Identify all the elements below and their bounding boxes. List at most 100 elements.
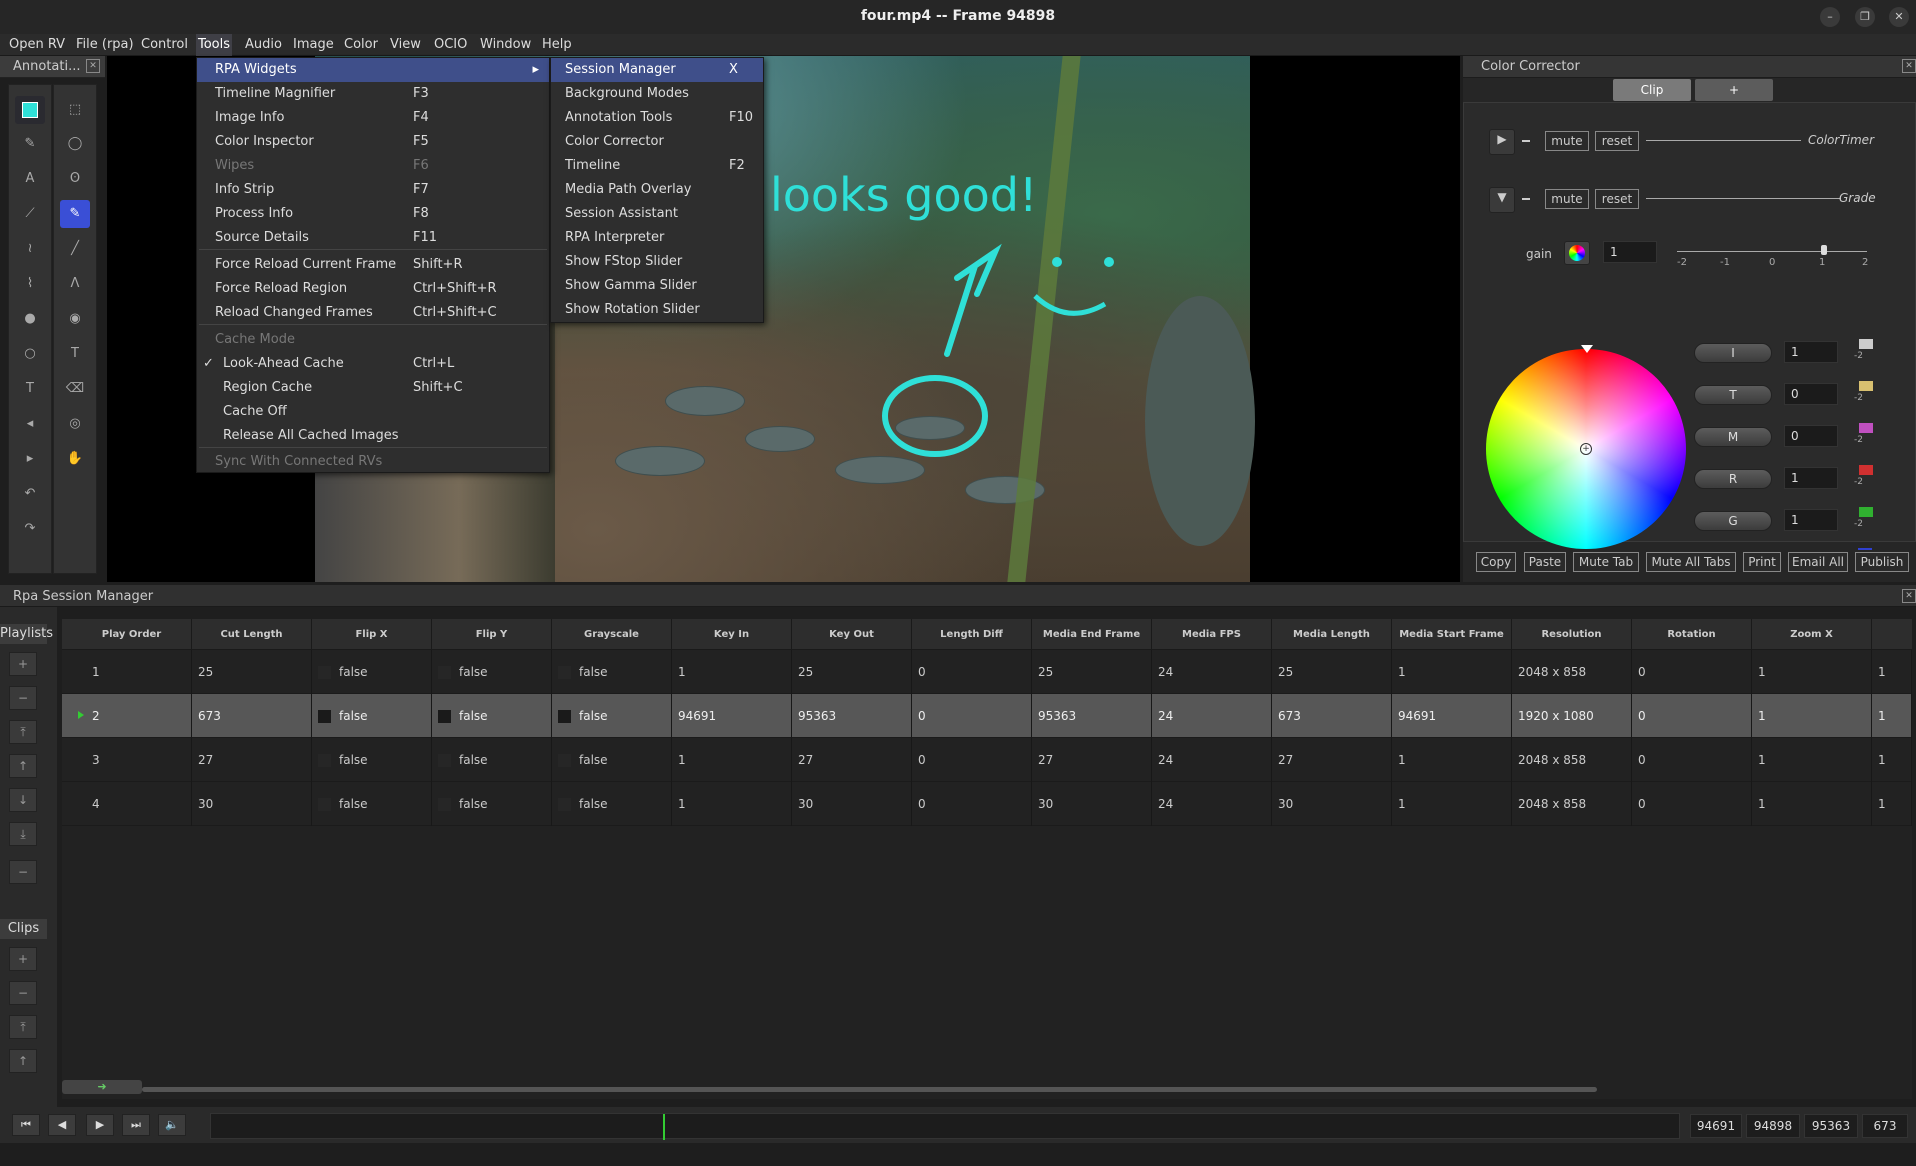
- table-cell[interactable]: false: [312, 694, 432, 738]
- table-cell[interactable]: 30: [792, 782, 912, 826]
- table-row[interactable]: 2 673 false false false 94691 95363 0 95363 24 673…: [62, 694, 1912, 738]
- table-cell[interactable]: false: [432, 738, 552, 782]
- print-button[interactable]: Print: [1743, 552, 1781, 572]
- table-cell[interactable]: 1: [1392, 650, 1512, 694]
- table-cell[interactable]: 0: [912, 650, 1032, 694]
- menu-audio[interactable]: Audio: [245, 37, 282, 52]
- tab-clip[interactable]: Clip: [1613, 79, 1691, 101]
- table-cell[interactable]: 1: [672, 650, 792, 694]
- dot-brush-icon[interactable]: ●: [15, 305, 45, 333]
- table-cell[interactable]: 0: [912, 694, 1032, 738]
- table-cell[interactable]: 27: [1032, 738, 1152, 782]
- close-icon[interactable]: ✕: [1902, 59, 1916, 73]
- circle-brush-icon[interactable]: ○: [15, 340, 45, 368]
- table-cell[interactable]: false: [552, 694, 672, 738]
- widgets-menu-item[interactable]: Show Rotation Slider: [551, 298, 763, 322]
- clip-move-top-icon[interactable]: ⤒: [9, 1015, 37, 1039]
- channel-g-button[interactable]: G: [1694, 511, 1772, 531]
- checkbox[interactable]: [558, 666, 571, 679]
- minimize-icon[interactable]: –: [1820, 7, 1840, 27]
- colortimer-reset-button[interactable]: reset: [1595, 131, 1639, 151]
- menu-open-rv[interactable]: Open RV: [9, 37, 65, 52]
- scroll-left-icon[interactable]: ➜: [62, 1080, 142, 1094]
- close-icon[interactable]: ✕: [1902, 589, 1916, 603]
- widgets-menu-item[interactable]: Session Manager X: [551, 58, 763, 82]
- step-forward-icon[interactable]: ⏭: [122, 1114, 150, 1136]
- colortimer-mute-button[interactable]: mute: [1545, 131, 1589, 151]
- table-cell[interactable]: 24: [1152, 738, 1272, 782]
- go-to-start-icon[interactable]: ⏮: [12, 1114, 40, 1136]
- playhead[interactable]: [663, 1114, 665, 1140]
- table-cell[interactable]: 95363: [1032, 694, 1152, 738]
- tools-menu-item[interactable]: Look-Ahead Cache ✓ Ctrl+L: [197, 352, 549, 376]
- table-cell[interactable]: 673: [192, 694, 312, 738]
- table-cell[interactable]: false: [312, 650, 432, 694]
- col-zoom-x[interactable]: Zoom X: [1752, 619, 1872, 650]
- channel-m-button[interactable]: M: [1694, 427, 1772, 447]
- table-cell[interactable]: 24: [1152, 650, 1272, 694]
- copy-button[interactable]: Copy: [1476, 552, 1516, 572]
- table-row[interactable]: 4 30 false false false 1 30 0 30 24 30 1 2048 x 858 0…: [62, 782, 1912, 826]
- table-cell[interactable]: false: [552, 738, 672, 782]
- color-swatch[interactable]: [15, 96, 45, 124]
- table-cell[interactable]: 30: [1032, 782, 1152, 826]
- horizontal-scrollbar[interactable]: [142, 1087, 1597, 1092]
- expand-icon[interactable]: ▶: [1489, 129, 1515, 155]
- widgets-menu-item[interactable]: Background Modes: [551, 82, 763, 106]
- clear-icon[interactable]: ◎: [60, 410, 90, 438]
- table-cell[interactable]: 3: [72, 738, 192, 782]
- current-frame[interactable]: 94898: [1746, 1114, 1800, 1138]
- crosshair-icon[interactable]: +: [1580, 443, 1592, 455]
- table-cell[interactable]: 25: [792, 650, 912, 694]
- table-cell[interactable]: 1: [72, 650, 192, 694]
- col-key-in[interactable]: Key In: [672, 619, 792, 650]
- channel-i-input[interactable]: 1: [1784, 341, 1838, 363]
- table-cell[interactable]: 24: [1152, 782, 1272, 826]
- col-resolution[interactable]: Resolution: [1512, 619, 1632, 650]
- widgets-menu-item[interactable]: RPA Interpreter: [551, 226, 763, 250]
- checkbox[interactable]: [438, 798, 451, 811]
- eraser-icon[interactable]: ⌫: [60, 375, 90, 403]
- table-cell[interactable]: 27: [1272, 738, 1392, 782]
- table-cell[interactable]: 1: [1752, 650, 1872, 694]
- checkbox[interactable]: [318, 666, 331, 679]
- text-tool-icon[interactable]: T: [15, 375, 45, 403]
- pen-icon[interactable]: ✎: [15, 130, 45, 158]
- remove-playlist-icon[interactable]: −: [9, 686, 37, 710]
- move-bottom-icon[interactable]: ⤓: [9, 822, 37, 846]
- table-row[interactable]: 1 25 false false false 1 25 0 25 24 25 1 2048 x 858 0…: [62, 650, 1912, 694]
- gain-slider-handle[interactable]: [1821, 245, 1827, 255]
- play-icon[interactable]: ▶: [86, 1114, 114, 1136]
- move-up-icon[interactable]: ↑: [9, 754, 37, 778]
- collapse-icon[interactable]: ▼: [1489, 187, 1515, 213]
- table-cell[interactable]: 94691: [1392, 694, 1512, 738]
- col-grayscale[interactable]: Grayscale: [552, 619, 672, 650]
- close-icon[interactable]: ✕: [86, 59, 100, 73]
- ellipse-icon[interactable]: ◯: [60, 130, 90, 158]
- table-cell[interactable]: 30: [192, 782, 312, 826]
- table-cell[interactable]: 1: [1752, 782, 1872, 826]
- table-cell[interactable]: 0: [1632, 694, 1752, 738]
- table-cell[interactable]: 1: [1872, 694, 1912, 738]
- table-cell[interactable]: 27: [792, 738, 912, 782]
- table-cell[interactable]: false: [312, 738, 432, 782]
- table-row[interactable]: 3 27 false false false 1 27 0 27 24 27 1 2048 x 858 0…: [62, 738, 1912, 782]
- grade-reset-button[interactable]: reset: [1595, 189, 1639, 209]
- menu-image[interactable]: Image: [293, 37, 334, 52]
- channel-t-input[interactable]: 0: [1784, 383, 1838, 405]
- col-play-order[interactable]: Play Order: [72, 619, 192, 650]
- table-cell[interactable]: 94691: [672, 694, 792, 738]
- col-flip-y[interactable]: Flip Y: [432, 619, 552, 650]
- table-cell[interactable]: 1: [1872, 650, 1912, 694]
- channel-r-input[interactable]: 1: [1784, 467, 1838, 489]
- checkbox[interactable]: [318, 754, 331, 767]
- mute-tab-button[interactable]: Mute Tab: [1573, 552, 1639, 572]
- remove-clip-icon[interactable]: −: [9, 981, 37, 1005]
- menu-color[interactable]: Color: [344, 37, 378, 52]
- checkbox[interactable]: [438, 710, 451, 723]
- table-cell[interactable]: 1: [1752, 738, 1872, 782]
- checkbox[interactable]: [318, 710, 331, 723]
- widgets-menu-item[interactable]: Media Path Overlay: [551, 178, 763, 202]
- tools-menu-item[interactable]: Cache Off: [197, 400, 549, 424]
- table-cell[interactable]: 0: [1632, 650, 1752, 694]
